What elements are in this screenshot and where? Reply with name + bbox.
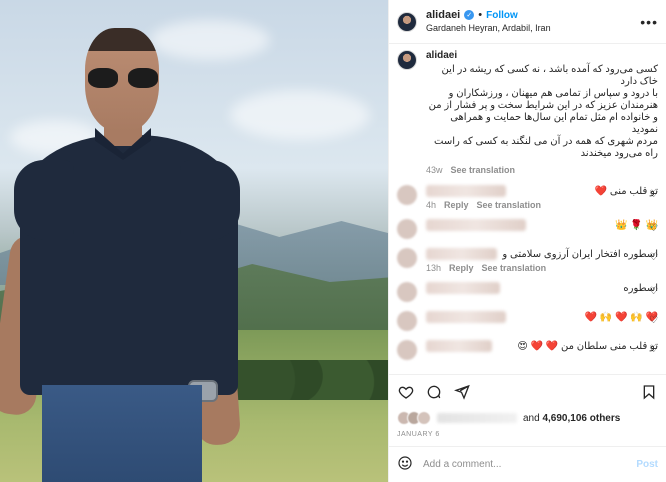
commenter-name-blurred[interactable] [426, 185, 506, 197]
comment-see-translation[interactable]: See translation [477, 200, 542, 210]
commenter-name-blurred[interactable] [426, 248, 498, 260]
comment-item: اسطوره افتخار ایران آرزوی سلامتی و 13h Rep… [397, 248, 658, 273]
comment-body: 👑 🌹 👑 [426, 219, 658, 231]
post-location[interactable]: Gardaneh Heyran, Ardabil, Iran [426, 22, 551, 35]
comment-line: 👑 🌹 👑 [426, 219, 658, 231]
comment-line: اسطوره [426, 282, 658, 294]
comment-input[interactable] [423, 459, 627, 470]
comment-text: تو قلب منی ❤️ [594, 185, 658, 197]
likes-summary[interactable]: and 4,690,106 others [397, 411, 658, 425]
comment-meta: 4h Reply See translation [426, 200, 658, 210]
sunglasses [88, 68, 158, 90]
comment-body: ❤️ 🙌 ❤️ 🙌 ❤️ [426, 311, 658, 323]
comment-body: اسطوره افتخار ایران آرزوی سلامتی و 13h Rep… [426, 248, 658, 273]
comment-time[interactable]: 13h [426, 263, 441, 273]
heart-icon[interactable] [397, 383, 415, 401]
commenter-name-blurred[interactable] [426, 219, 526, 231]
comment-body: اسطوره [426, 282, 658, 294]
comment-body: تو قلب منی سلطان من ❤️ ❤️ 😍 [426, 340, 658, 352]
likes-count[interactable]: 4,690,106 [542, 413, 587, 424]
comment-item: 👑 🌹 👑 ♡ [397, 219, 658, 239]
comment-item: اسطوره ♡ [397, 282, 658, 302]
comment-item: تو قلب منی سلطان من ❤️ ❤️ 😍 ♡ [397, 340, 658, 360]
follow-button[interactable]: Follow [486, 9, 518, 22]
comment-line: اسطوره افتخار ایران آرزوی سلامتی و [426, 248, 658, 260]
comment-reply-button[interactable]: Reply [449, 263, 474, 273]
jeans [42, 385, 202, 482]
comment-like-heart-icon[interactable]: ♡ [649, 252, 658, 263]
more-options-icon[interactable]: ••• [640, 14, 658, 30]
comment-text: ❤️ 🙌 ❤️ 🙌 ❤️ [584, 311, 658, 323]
commenter-avatar[interactable] [397, 248, 417, 268]
commenter-name-blurred[interactable] [426, 340, 492, 352]
commenter-avatar[interactable] [397, 340, 417, 360]
author-avatar[interactable] [397, 11, 417, 32]
comment-text: تو قلب منی سلطان من ❤️ ❤️ 😍 [517, 340, 658, 352]
caption-text: کسی می‌رود که آمده باشد ، نه کسی که ریشه… [428, 64, 658, 159]
likes-others[interactable]: others [590, 413, 621, 424]
caption-time[interactable]: 43w [426, 164, 443, 176]
caption-meta: 43w See translation [426, 164, 658, 176]
author-line: alidaei ✓ • Follow [426, 9, 551, 22]
caption-see-translation[interactable]: See translation [451, 164, 516, 176]
bookmark-icon[interactable] [640, 383, 658, 401]
comment-like-heart-icon[interactable]: ♡ [649, 189, 658, 200]
comment-text: 👑 🌹 👑 [615, 219, 658, 231]
post-comment-button[interactable]: Post [636, 459, 658, 470]
post-modal: alidaei ✓ • Follow Gardaneh Heyran, Arda… [0, 0, 666, 482]
separator-dot: • [478, 8, 483, 21]
commenter-name-blurred[interactable] [426, 311, 506, 323]
caption-body: alidaei کسی می‌رود که آمده باشد ، نه کسی… [426, 50, 658, 176]
post-sidebar: alidaei ✓ • Follow Gardaneh Heyran, Arda… [388, 0, 666, 482]
comment-reply-button[interactable]: Reply [444, 200, 469, 210]
likes-text: and 4,690,106 others [523, 413, 620, 424]
action-bar [397, 383, 658, 401]
person [0, 0, 388, 482]
share-icon[interactable] [453, 383, 471, 401]
comment-line: ❤️ 🙌 ❤️ 🙌 ❤️ [426, 311, 658, 323]
commenter-name-blurred[interactable] [426, 282, 500, 294]
comment-like-heart-icon[interactable]: ♡ [649, 315, 658, 326]
comments-section[interactable]: alidaei کسی می‌رود که آمده باشد ، نه کسی… [389, 44, 666, 374]
commenter-avatar[interactable] [397, 282, 417, 302]
right-sleeve [180, 160, 240, 240]
comment-time[interactable]: 4h [426, 200, 436, 210]
comment-item: تو قلب منی ❤️ 4h Reply See translation ♡ [397, 185, 658, 210]
post-actions: and 4,690,106 others JANUARY 6 [389, 374, 666, 438]
post-header: alidaei ✓ • Follow Gardaneh Heyran, Arda… [389, 0, 666, 44]
comment-text: اسطوره افتخار ایران آرزوی سلامتی و [502, 248, 658, 260]
post-caption: alidaei کسی می‌رود که آمده باشد ، نه کسی… [397, 50, 658, 176]
emoji-icon[interactable] [397, 455, 413, 474]
comment-list: تو قلب منی ❤️ 4h Reply See translation ♡ 👑 🌹 … [397, 185, 658, 360]
author-info: alidaei ✓ • Follow Gardaneh Heyran, Arda… [426, 9, 551, 35]
comment-text: اسطوره [623, 282, 658, 294]
comment-like-heart-icon[interactable]: ♡ [649, 344, 658, 355]
left-sleeve [14, 160, 74, 240]
liker-avatars [397, 411, 431, 425]
comment-meta: 13h Reply See translation [426, 263, 658, 273]
post-date[interactable]: JANUARY 6 [397, 431, 658, 438]
comment-line: تو قلب منی ❤️ [426, 185, 658, 197]
comment-body: تو قلب منی ❤️ 4h Reply See translation [426, 185, 658, 210]
liker-avatar [417, 411, 431, 425]
commenter-avatar[interactable] [397, 219, 417, 239]
verified-badge-icon: ✓ [464, 10, 475, 20]
comment-item: ❤️ 🙌 ❤️ 🙌 ❤️ ♡ [397, 311, 658, 331]
caption-avatar[interactable] [397, 50, 417, 70]
caption-username[interactable]: alidaei [426, 50, 457, 61]
comment-icon[interactable] [425, 383, 443, 401]
likes-and: and [523, 412, 540, 424]
commenter-avatar[interactable] [397, 185, 417, 205]
author-username[interactable]: alidaei [426, 9, 460, 22]
liker-names-blurred [437, 413, 517, 423]
commenter-avatar[interactable] [397, 311, 417, 331]
comment-see-translation[interactable]: See translation [482, 263, 547, 273]
comment-like-heart-icon[interactable]: ♡ [649, 286, 658, 297]
add-comment-bar: Post [389, 446, 666, 482]
comment-line: تو قلب منی سلطان من ❤️ ❤️ 😍 [426, 340, 658, 352]
post-photo[interactable] [0, 0, 388, 482]
comment-like-heart-icon[interactable]: ♡ [649, 223, 658, 234]
